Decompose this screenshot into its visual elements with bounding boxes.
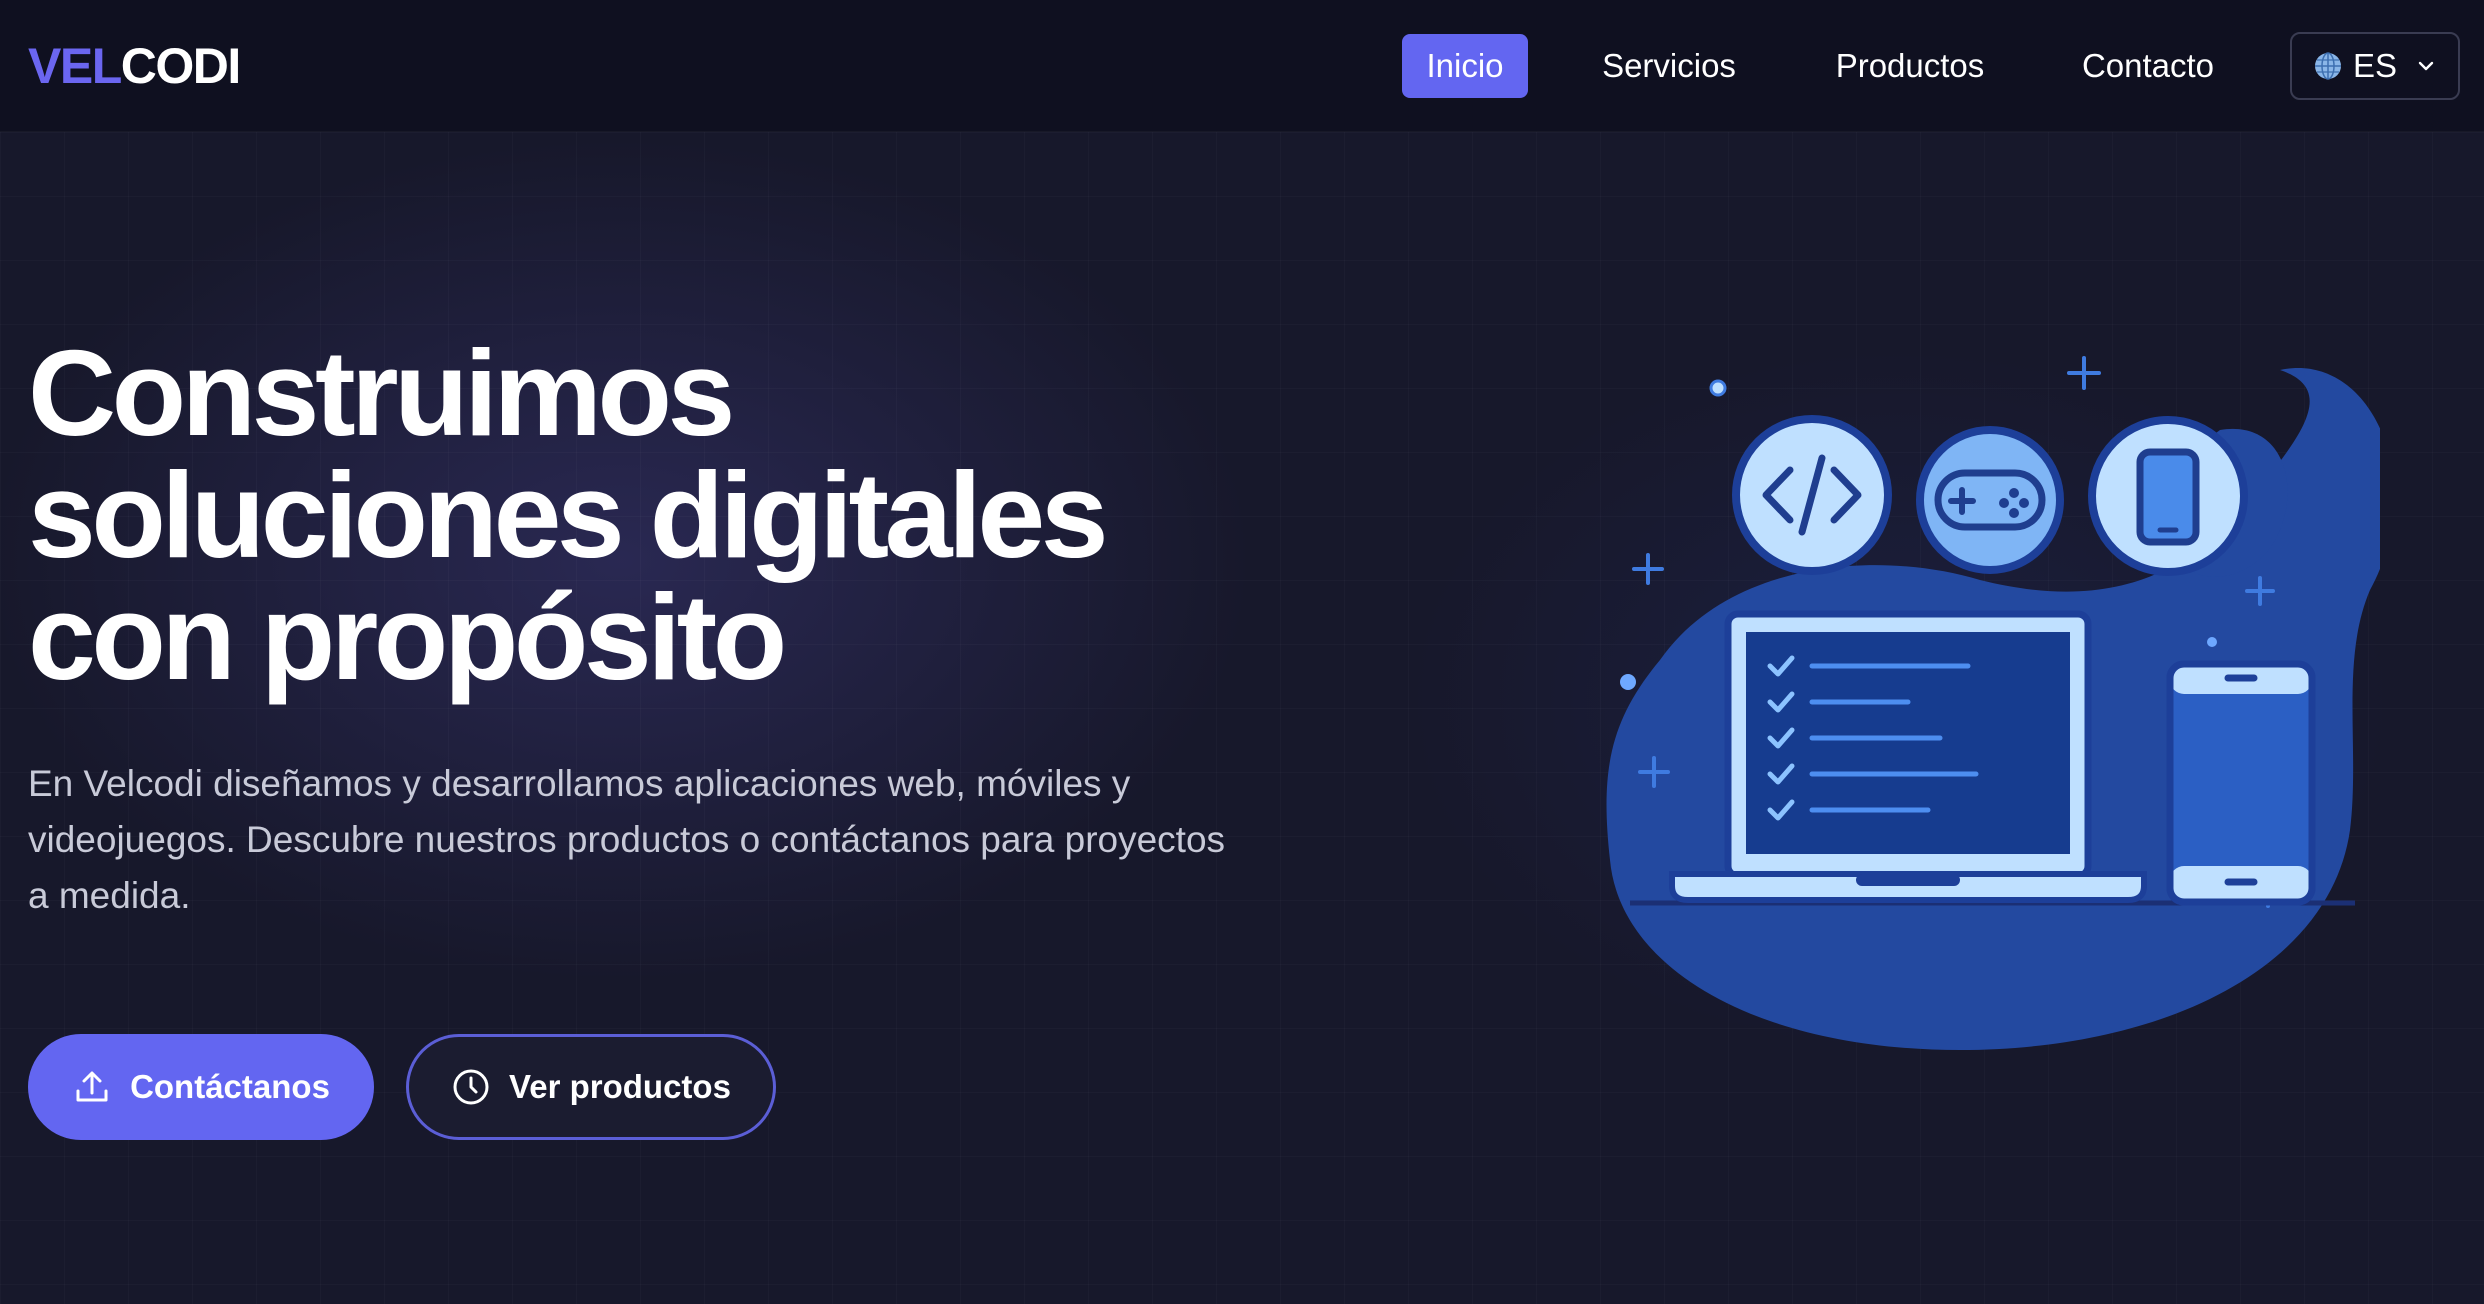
hero-title-line-3: con propósito — [28, 569, 787, 705]
smartphone-icon — [2088, 416, 2248, 576]
laptop-icon — [1669, 610, 2147, 903]
navbar: VELCODI Inicio Servicios Productos Conta… — [0, 0, 2484, 132]
clock-icon — [453, 1069, 489, 1105]
language-selector[interactable]: ES — [2290, 32, 2460, 100]
landing-page: VELCODI Inicio Servicios Productos Conta… — [0, 0, 2484, 1304]
phone-icon — [2166, 660, 2316, 906]
hero-illustration — [1606, 356, 2380, 1050]
hero-title: Construimos soluciones digitales con pro… — [28, 332, 1328, 698]
nav-item-productos[interactable]: Productos — [1820, 34, 2000, 98]
logo-part-codi: CODI — [120, 38, 242, 94]
language-code: ES — [2352, 47, 2398, 84]
logo[interactable]: VELCODI — [28, 36, 242, 96]
logo-part-vel: VEL — [28, 38, 122, 94]
gamepad-icon — [1916, 426, 2064, 574]
hero-title-line-1: Construimos — [28, 325, 735, 461]
view-products-button[interactable]: Ver productos — [406, 1034, 776, 1140]
hero-title-line-2: soluciones digitales — [28, 447, 1109, 583]
contact-button-label: Contáctanos — [130, 1068, 330, 1105]
nav-item-inicio[interactable]: Inicio — [1402, 34, 1528, 98]
nav-item-servicios[interactable]: Servicios — [1580, 34, 1758, 98]
view-products-button-label: Ver productos — [509, 1068, 731, 1105]
chevron-down-icon — [2418, 61, 2434, 71]
globe-icon — [2314, 52, 2341, 80]
upload-icon — [76, 1071, 108, 1102]
code-icon — [1732, 415, 1892, 575]
contact-button[interactable]: Contáctanos — [28, 1034, 374, 1140]
nav-item-contacto[interactable]: Contacto — [2062, 34, 2234, 98]
hero-description: En Velcodi diseñamos y desarrollamos apl… — [28, 763, 1226, 916]
